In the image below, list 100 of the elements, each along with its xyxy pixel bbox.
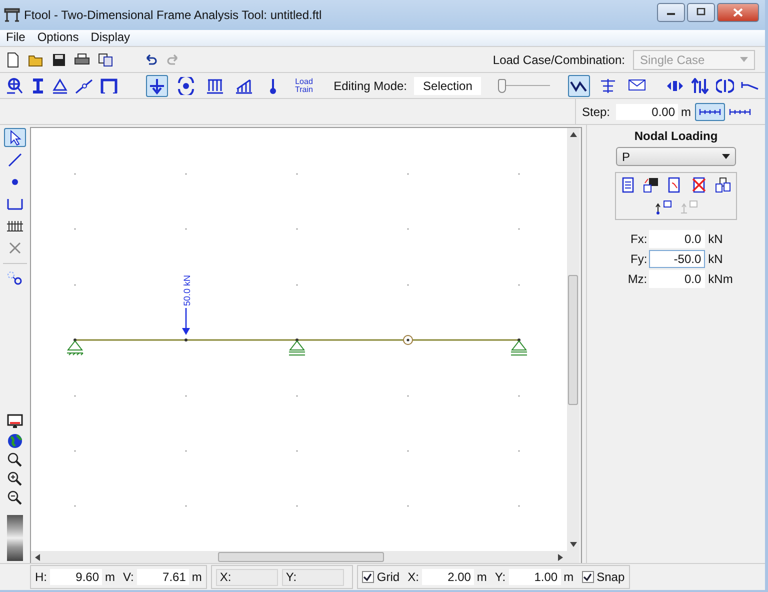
scroll-right-icon[interactable] [558, 554, 563, 560]
section-icon[interactable] [31, 78, 45, 94]
width-label: V: [123, 570, 134, 584]
shade-scale-bar[interactable] [7, 515, 23, 561]
close-icon [733, 8, 743, 16]
unit-label: m [105, 570, 115, 584]
copy-documents-icon[interactable] [715, 177, 731, 193]
save-icon[interactable] [643, 177, 659, 193]
scroll-down-icon[interactable] [570, 542, 576, 547]
editing-mode-field: Selection [414, 76, 482, 94]
grid-x-label: X: [408, 570, 419, 584]
unit-label: m [681, 104, 692, 118]
bending-moment-icon[interactable] [716, 78, 734, 94]
zoom-out-icon[interactable] [7, 490, 23, 506]
x-coordinate-field: X: [216, 568, 278, 586]
scroll-up-icon[interactable] [570, 132, 576, 137]
delete-document-icon[interactable] [691, 177, 707, 193]
node-link-icon[interactable] [6, 270, 24, 286]
scroll-thumb[interactable] [568, 275, 578, 405]
monitor-icon[interactable] [7, 414, 23, 430]
displacement-tool[interactable] [175, 74, 197, 96]
select-tool[interactable] [4, 128, 26, 147]
caret-icon [722, 154, 730, 159]
checkmark-icon [583, 572, 592, 582]
deflection-icon[interactable] [741, 80, 760, 90]
menu-item[interactable]: Display [90, 30, 130, 44]
triangle-support-icon[interactable] [52, 78, 68, 94]
force-field[interactable]: 0.0 [649, 270, 706, 288]
line-icon [7, 152, 23, 168]
axial-force-icon[interactable] [666, 80, 684, 92]
ruler-icon [729, 108, 752, 116]
pin-support-drawing [66, 340, 84, 356]
snap-checkbox[interactable] [582, 571, 594, 583]
unit-label: m [476, 570, 487, 584]
height-field[interactable]: 9.60 [50, 569, 102, 585]
window-title: Ftool - Two-Dimensional Frame Analysis Tool: untitled.ftl [24, 8, 322, 22]
zoom-slider[interactable] [498, 78, 550, 94]
frame-icon[interactable] [100, 78, 118, 94]
menu-item[interactable]: Options [37, 30, 79, 44]
save-icon[interactable] [52, 52, 66, 66]
step-label: Step: [582, 104, 610, 118]
scroll-left-icon[interactable] [35, 554, 40, 560]
force-field[interactable]: 0.0 [649, 230, 706, 248]
step-field[interactable]: 0.00 [616, 104, 678, 120]
document-icon[interactable] [621, 177, 635, 193]
hatch-icon [6, 220, 24, 232]
copy-icon[interactable] [98, 52, 114, 66]
unit-label: kN [708, 252, 723, 266]
nodal-load-tool[interactable] [146, 74, 168, 96]
load-case-label: Load Case/Combination: [492, 52, 625, 66]
load-label: 50.0 kN [182, 274, 192, 306]
caret-icon [740, 57, 748, 62]
search-icon[interactable] [7, 452, 23, 468]
grid-label: Grid [376, 570, 400, 584]
panel-title: Nodal Loading [634, 129, 718, 143]
drawing-canvas[interactable]: 50.0 kN [31, 128, 567, 551]
globe-icon[interactable] [7, 433, 23, 449]
slider-thumb[interactable] [498, 78, 506, 92]
field-label: Fx: [629, 232, 648, 246]
grid-checkbox[interactable] [362, 571, 374, 583]
hinge-drawing [403, 335, 413, 345]
new-file-icon[interactable] [6, 52, 20, 68]
diagram-tool[interactable] [568, 74, 590, 96]
close-button[interactable] [717, 2, 759, 22]
horizontal-scrollbar[interactable] [31, 551, 567, 563]
menu-item[interactable]: File [6, 30, 26, 44]
uniform-load-icon [206, 76, 224, 94]
force-field[interactable]: -50.0 [649, 250, 706, 268]
step-mode-button[interactable] [695, 102, 726, 120]
hinge-icon[interactable] [75, 78, 93, 94]
height-label: H: [35, 570, 47, 584]
dimension-icon [6, 196, 24, 210]
width-field[interactable]: 7.61 [136, 569, 189, 585]
unit-label: kN [708, 232, 723, 246]
load-dropdown[interactable]: P [616, 147, 736, 166]
undo-icon[interactable] [144, 54, 158, 66]
grid-y-field[interactable]: 1.00 [508, 569, 561, 585]
scroll-thumb[interactable] [218, 552, 384, 562]
shear-force-icon[interactable] [691, 78, 710, 94]
open-folder-icon[interactable] [28, 52, 44, 66]
maximize-button[interactable] [687, 2, 715, 22]
checkmark-icon [363, 572, 372, 582]
linear-load-icon [235, 76, 253, 94]
unit-label: m [192, 570, 202, 584]
zoom-in-icon[interactable] [7, 471, 23, 487]
print-icon[interactable] [74, 52, 90, 66]
grid-x-field[interactable]: 2.00 [422, 569, 474, 585]
y-coordinate-field: Y: [282, 568, 344, 586]
unit-label: kNm [708, 272, 733, 286]
roller-support-drawing [510, 340, 528, 356]
apply-load-icon[interactable] [654, 199, 672, 215]
load-arrow [182, 308, 190, 335]
frame-icon [4, 8, 20, 22]
ruler-icon [699, 108, 722, 116]
displacement-icon [176, 76, 196, 94]
cross-icon [7, 240, 23, 256]
structure-zoom-icon[interactable] [6, 76, 24, 94]
load-train-tool[interactable]: Load Train [291, 74, 317, 96]
minimize-button[interactable] [657, 2, 685, 22]
vertical-scrollbar[interactable] [567, 128, 579, 551]
